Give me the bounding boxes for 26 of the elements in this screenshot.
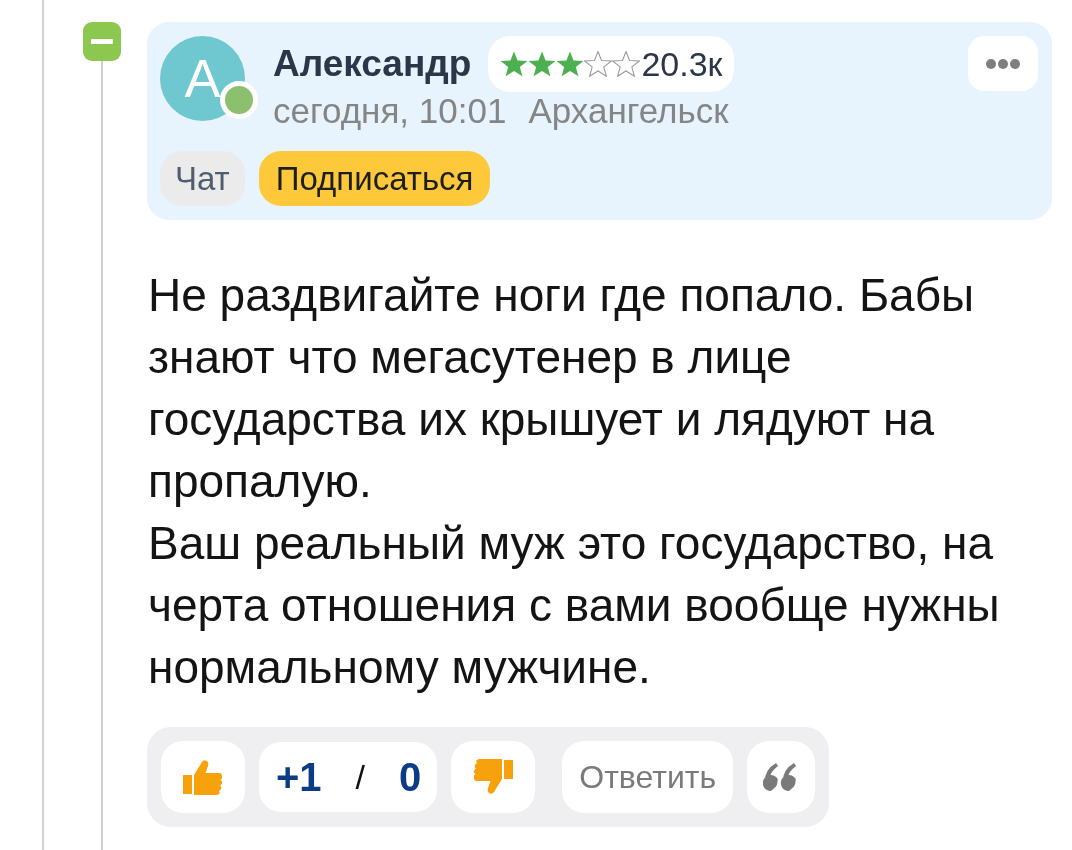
comment-text: Ваш реальный муж это государство, на черта отношения с вами вообще нужны нормальному мужчине.: [147, 516, 1001, 695]
star-icon: [584, 51, 613, 77]
author-city: Архангельск: [528, 92, 729, 130]
reply-button[interactable]: Ответить: [562, 741, 734, 813]
more-button[interactable]: [968, 36, 1038, 91]
thumbs-up-icon: [183, 759, 223, 795]
upvote-count: +1: [276, 754, 322, 800]
collapse-button[interactable]: [83, 22, 121, 61]
rating-score: 20.3к: [641, 44, 723, 84]
vote-separator: /: [355, 757, 366, 797]
quote-button[interactable]: [747, 741, 816, 813]
star-icon: [612, 51, 641, 77]
like-button[interactable]: [161, 741, 245, 813]
thumbs-down-icon: [473, 759, 514, 795]
star-icon: [556, 51, 585, 77]
comment-text: Не раздвигайте ноги где попало. Бабы знают что мегасутенер в лице государства их крышует и лядуют на пропалую.: [147, 268, 976, 509]
subscribe-button[interactable]: Подписаться: [258, 151, 491, 206]
chat-button[interactable]: Чат: [160, 151, 245, 206]
author-name[interactable]: Александр: [273, 43, 472, 85]
more-icon: [986, 58, 1020, 69]
minus-icon: [91, 39, 113, 44]
dislike-button[interactable]: [451, 741, 536, 813]
star-icon: [528, 51, 557, 77]
downvote-count: 0: [399, 754, 422, 800]
post-date: сегодня, 10:01: [273, 92, 507, 130]
star-icon: [500, 51, 529, 77]
